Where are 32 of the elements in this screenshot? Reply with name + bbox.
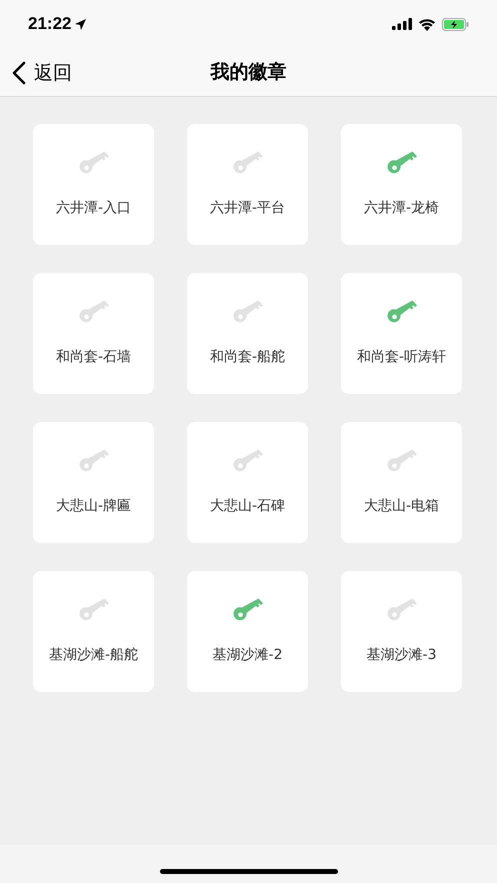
badge-label: 基湖沙滩-船舵 bbox=[48, 646, 138, 664]
back-button[interactable]: 返回 bbox=[10, 58, 74, 88]
badge-label: 大悲山-电箱 bbox=[364, 497, 440, 515]
badge-card[interactable]: 基湖沙滩-3 bbox=[341, 571, 462, 692]
badge-card[interactable]: 基湖沙滩-船舵 bbox=[33, 571, 154, 692]
location-arrow-icon bbox=[74, 18, 88, 30]
chevron-left-icon bbox=[12, 61, 26, 85]
badge-card[interactable]: 六井潭-入口 bbox=[33, 124, 154, 245]
badge-card[interactable]: 基湖沙滩-2 bbox=[187, 571, 308, 692]
badge-card[interactable]: 大悲山-电箱 bbox=[341, 422, 462, 543]
status-time: 21:22 bbox=[28, 14, 72, 34]
badge-label: 基湖沙滩-2 bbox=[212, 646, 282, 664]
badge-card[interactable]: 和尚套-船舵 bbox=[187, 273, 308, 394]
badge-label: 基湖沙滩-3 bbox=[366, 646, 436, 664]
badge-label: 和尚套-船舵 bbox=[210, 348, 286, 366]
badge-label: 和尚套-石墙 bbox=[56, 348, 132, 366]
wifi-icon bbox=[418, 18, 436, 30]
badge-label: 大悲山-石碑 bbox=[210, 497, 286, 515]
battery-icon bbox=[442, 18, 469, 30]
badge-label: 六井潭-平台 bbox=[210, 199, 286, 217]
badge-card[interactable]: 六井潭-龙椅 bbox=[341, 124, 462, 245]
badge-card[interactable]: 六井潭-平台 bbox=[187, 124, 308, 245]
badge-label: 和尚套-听涛轩 bbox=[356, 348, 446, 366]
badge-card[interactable]: 大悲山-牌匾 bbox=[33, 422, 154, 543]
signal-icon bbox=[392, 18, 412, 30]
badge-card[interactable]: 和尚套-听涛轩 bbox=[341, 273, 462, 394]
badge-card[interactable]: 大悲山-石碑 bbox=[187, 422, 308, 543]
badge-label: 六井潭-入口 bbox=[56, 199, 132, 217]
badge-label: 六井潭-龙椅 bbox=[364, 199, 440, 217]
page-title: 我的徽章 bbox=[210, 60, 286, 85]
badge-card[interactable]: 和尚套-石墙 bbox=[33, 273, 154, 394]
badge-label: 大悲山-牌匾 bbox=[56, 497, 132, 515]
